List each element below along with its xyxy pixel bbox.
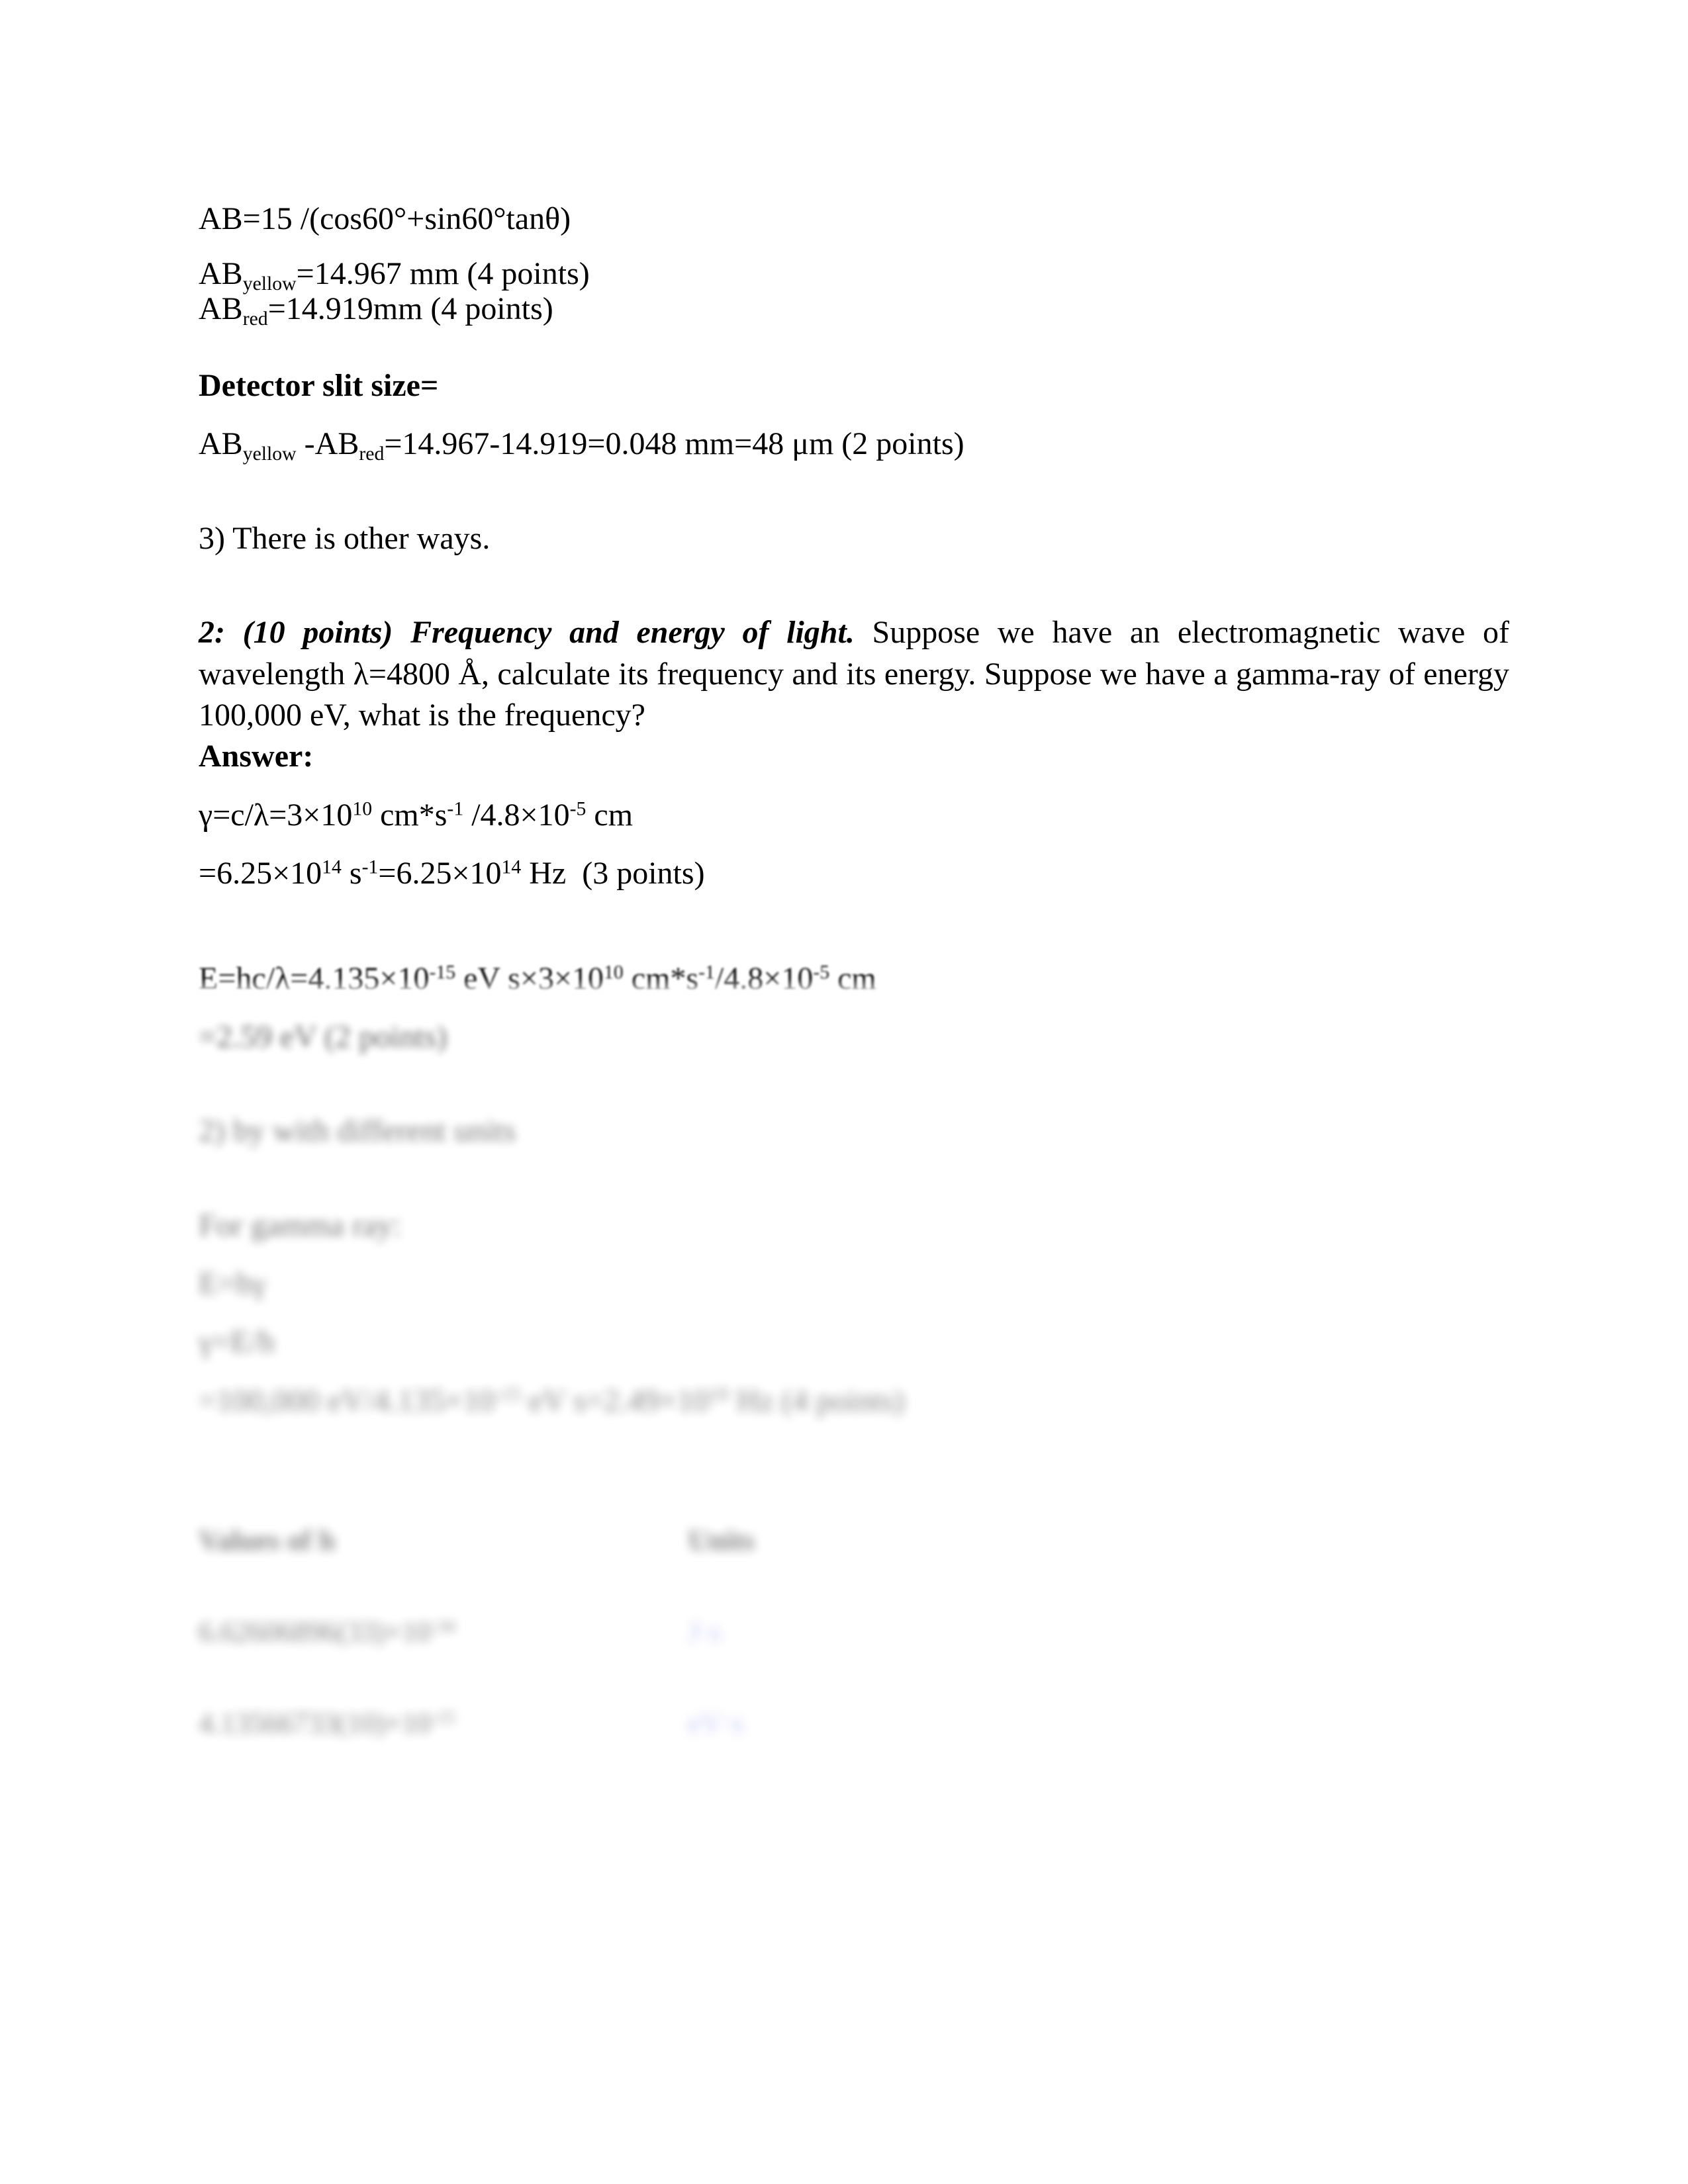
detector-slit-size-equation: AByellow -ABred=14.967-14.919=0.048 mm=4… (199, 424, 1509, 465)
freq-l1-c: /4.8×10 (463, 797, 570, 833)
energy-l1-exp-3: -1 (698, 961, 715, 983)
formula-ab-red: ABred=14.919mm (4 points) (199, 291, 1509, 330)
formula-ab-yellow: AByellow=14.967 mm (4 points) (199, 256, 1509, 293)
freq-l1-d: cm (586, 797, 633, 833)
other-ways-note: 3) There is other ways. (199, 520, 491, 556)
freq-l1-exp-1: 10 (352, 797, 373, 820)
table-cell-unit-1[interactable]: eV·s (688, 1706, 1059, 1797)
table-row: 4.13566733(10)×10-15 eV·s (199, 1706, 1059, 1797)
question-2-title: 2: (10 points) Frequency and energy of l… (199, 615, 855, 651)
formula-ab: AB=15 /(cos60°+sin60°tanθ) (199, 201, 571, 236)
ab-red-subscript: red (242, 308, 268, 330)
value-exp-0: -34 (431, 1616, 455, 1637)
detector-slit-size-heading: Detector slit size= (199, 367, 439, 403)
freq-l2-c: =6.25×10 (378, 856, 502, 891)
freq-l2-d: Hz (3 points) (521, 856, 705, 891)
table-cell-unit-0[interactable]: J·s (688, 1615, 1059, 1706)
ab-yellow-symbol: AB (199, 256, 243, 292)
planck-constant-table: Values of h Units 6.62606896(33)×10-34 J… (199, 1524, 1059, 1797)
freq-l2-a: =6.25×10 (199, 856, 322, 891)
freq-l1-b: cm*s (372, 797, 447, 833)
gamma-l3-exp-1: -15 (494, 1383, 522, 1406)
slit-lhs-a-subscript: yellow (242, 443, 297, 465)
frequency-equation-line-2: =6.25×1014 s-1=6.25×1014 Hz (3 points) (199, 853, 1509, 894)
gamma-l3-a: =100,000 eV/4.135×10 (199, 1383, 495, 1418)
energy-l1-a: E=hc/λ=4.135×10 (199, 960, 430, 996)
energy-l1-b: eV s×3×10 (455, 960, 604, 996)
value-mantissa-0: 6.62606896(33) (199, 1615, 386, 1649)
slit-lhs-mid: -AB (296, 426, 359, 462)
energy-units-note: 2) by with different units (199, 1113, 516, 1149)
freq-l2-exp-1: 14 (322, 856, 342, 878)
ab-red-symbol: AB (199, 291, 243, 327)
energy-l1-e: cm (829, 960, 876, 996)
value-times-0: ×10 (385, 1615, 432, 1649)
table-cell-value-1: 4.13566733(10)×10-15 (199, 1706, 688, 1797)
value-times-1: ×10 (385, 1707, 432, 1740)
energy-equation-line-1: E=hc/λ=4.135×10-15 eV s×3×1010 cm*s-1/4.… (185, 958, 1523, 1009)
ab-red-value: =14.919mm (4 points) (267, 291, 553, 327)
document-page: AB=15 /(cos60°+sin60°tanθ) AByellow=14.9… (0, 0, 1688, 2184)
table-row: 6.62606896(33)×10-34 J·s (199, 1615, 1059, 1706)
gamma-ray-intro: For gamma ray: (199, 1207, 402, 1243)
table-header-row: Values of h Units (199, 1524, 1059, 1615)
gamma-equation-line-3: =100,000 eV/4.135×10-15 eV s=2.49×1019 H… (199, 1381, 1509, 1422)
freq-l2-b: s (341, 856, 362, 891)
freq-l1-exp-3: -5 (569, 797, 586, 820)
value-exp-1: -15 (431, 1707, 455, 1728)
gamma-l3-exp-2: 19 (709, 1383, 729, 1406)
gamma-equation-line-1: E=hγ (199, 1266, 266, 1302)
table-header-units: Units (688, 1524, 755, 1557)
energy-l1-exp-2: 10 (604, 961, 624, 983)
energy-l1-c: cm*s (623, 960, 699, 996)
table-header-values: Values of h (199, 1524, 336, 1557)
table-cell-value-0: 6.62606896(33)×10-34 (199, 1615, 688, 1706)
value-mantissa-1: 4.13566733(10) (199, 1707, 386, 1740)
gamma-equation-line-2: γ=E/h (199, 1324, 275, 1360)
energy-l1-exp-4: -5 (813, 961, 830, 983)
question-2-paragraph: 2: (10 points) Frequency and energy of l… (199, 612, 1509, 736)
answer-label: Answer: (199, 739, 314, 774)
energy-l1-d: /4.8×10 (714, 960, 814, 996)
energy-equation-line-2: =2.59 eV (2 points) (199, 1019, 447, 1054)
freq-l2-exp-3: 14 (501, 856, 522, 878)
freq-l1-exp-2: -1 (447, 797, 464, 820)
gamma-l3-c: Hz (4 points) (728, 1383, 905, 1418)
document-content: AB=15 /(cos60°+sin60°tanθ) AByellow=14.9… (185, 199, 1523, 1797)
frequency-equation-line-1: γ=c/λ=3×1010 cm*s-1 /4.8×10-5 cm (199, 795, 1509, 836)
slit-lhs-b-subscript: red (359, 443, 385, 465)
freq-l2-exp-2: -1 (361, 856, 379, 878)
slit-rhs: =14.967-14.919=0.048 mm=48 μm (2 points) (384, 426, 964, 462)
freq-l1-a: γ=c/λ=3×10 (199, 797, 353, 833)
energy-l1-exp-1: -15 (429, 961, 456, 983)
slit-lhs-a: AB (199, 426, 243, 462)
ab-yellow-value: =14.967 mm (4 points) (296, 256, 590, 292)
gamma-l3-b: eV s=2.49×10 (521, 1383, 710, 1418)
